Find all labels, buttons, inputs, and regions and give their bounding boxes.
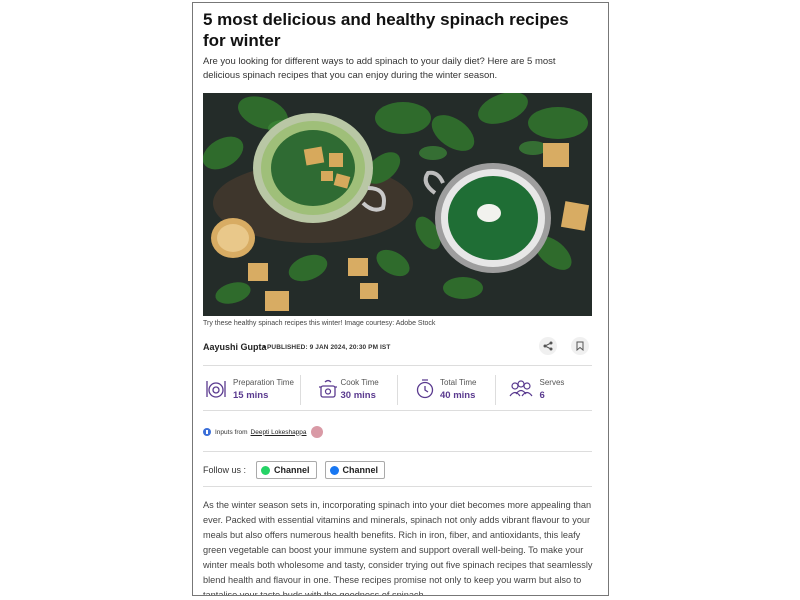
recipe-stats: Preparation Time 15 mins Cook Time 30 mi…	[203, 375, 592, 405]
hero-image	[203, 93, 592, 316]
stat-value: 15 mins	[233, 390, 269, 401]
stat-serves: Serves 6	[496, 375, 593, 405]
stat-value: 6	[539, 390, 545, 401]
expert-name-link[interactable]: Deepti Lokeshappa	[251, 429, 307, 436]
spinach-soup-photo	[203, 93, 592, 316]
share-icon	[543, 341, 553, 351]
stat-label: Serves	[539, 378, 565, 387]
article-summary: Are you looking for different ways to ad…	[203, 56, 556, 81]
follow-label: Follow us :	[203, 465, 247, 475]
whatsapp-channel-button[interactable]: Channel	[256, 461, 317, 479]
article-frame: 5 most delicious and healthy spinach rec…	[192, 2, 609, 596]
article-title: 5 most delicious and healthy spinach rec…	[203, 10, 569, 50]
stat-label: Total Time	[440, 378, 477, 387]
facebook-icon	[329, 465, 339, 475]
cook-pot-icon	[318, 379, 337, 398]
bookmark-icon	[576, 341, 584, 351]
facebook-channel-label: Channel	[342, 465, 379, 475]
whatsapp-channel-label: Channel	[274, 465, 310, 475]
info-icon	[203, 428, 211, 436]
author-name[interactable]: Aayushi Gupta	[203, 342, 267, 352]
stat-value: 30 mins	[340, 390, 376, 401]
expert-avatar	[310, 426, 323, 438]
image-caption: Try these healthy spinach recipes this w…	[203, 320, 436, 327]
inputs-prefix: Inputs from	[215, 428, 248, 436]
stat-value: 40 mins	[440, 390, 476, 401]
article-body: As the winter season sets in, incorporat…	[203, 500, 593, 596]
published-date: PUBLISHED: 9 JAN 2024, 20:30 PM IST	[267, 344, 391, 351]
people-icon	[509, 380, 532, 397]
stat-total-time: Total Time 40 mins	[398, 375, 496, 405]
whatsapp-icon	[261, 465, 271, 475]
prep-icon	[206, 381, 226, 398]
total-time-icon	[416, 379, 434, 399]
facebook-channel-button[interactable]: Channel	[324, 461, 386, 479]
share-button[interactable]	[539, 337, 557, 355]
bullet-separator: •	[263, 342, 267, 352]
stat-cook-time: Cook Time 30 mins	[301, 375, 398, 405]
stat-preparation-time: Preparation Time 15 mins	[203, 375, 301, 405]
follow-us: Follow us : Channel Channel	[203, 461, 386, 479]
divider	[203, 365, 592, 366]
divider	[203, 410, 592, 411]
stat-label: Cook Time	[340, 378, 379, 387]
divider	[203, 486, 592, 487]
divider	[203, 451, 592, 452]
stat-label: Preparation Time	[233, 378, 294, 387]
bookmark-button[interactable]	[571, 337, 589, 355]
expert-inputs: Inputs from Deepti Lokeshappa	[203, 424, 323, 440]
